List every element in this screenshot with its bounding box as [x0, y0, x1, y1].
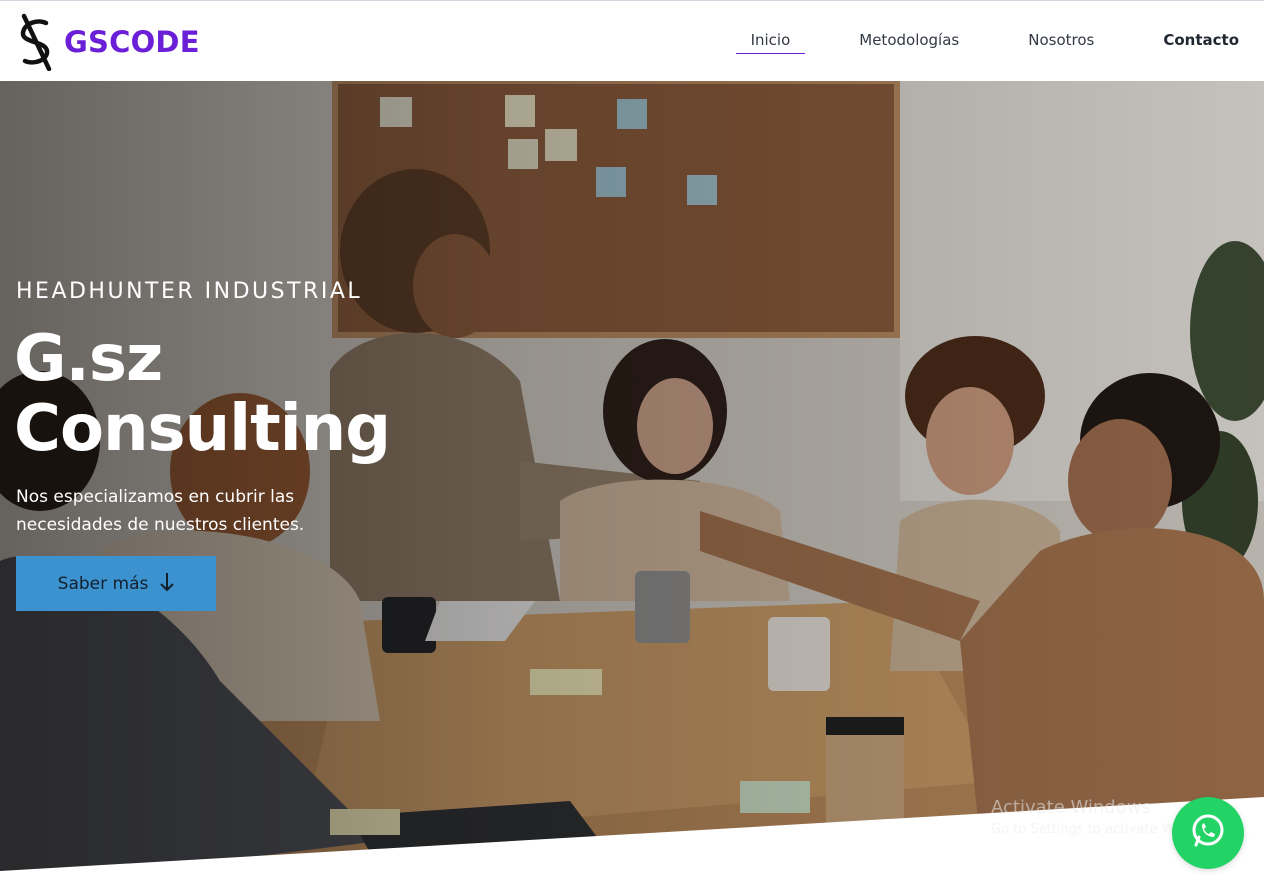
hero-section: HEADHUNTER INDUSTRIAL G.sz Consulting No…	[0, 81, 1264, 888]
whatsapp-chat-button[interactable]	[1172, 797, 1244, 869]
brand-name: GSCODE	[64, 25, 200, 59]
site-header: GSCODE Inicio Metodologías Nosotros Cont…	[0, 0, 1264, 81]
gscode-logo-icon	[16, 13, 56, 71]
nav-item-contacto[interactable]: Contacto	[1148, 31, 1239, 49]
saber-mas-button[interactable]: Saber más	[16, 556, 216, 611]
hero-title-line-1: G.sz	[14, 322, 163, 396]
hero-description: Nos especializamos en cubrir las necesid…	[16, 487, 305, 535]
hero-title-line-2: Consulting	[14, 392, 391, 466]
nav-item-nosotros[interactable]: Nosotros	[1013, 31, 1109, 49]
cta-label: Saber más	[57, 573, 149, 594]
arrow-down-icon	[160, 572, 175, 595]
brand-logo-link[interactable]: GSCODE	[16, 13, 200, 71]
whatsapp-icon	[1189, 812, 1227, 854]
nav-item-inicio[interactable]: Inicio	[735, 31, 806, 54]
hero-title: G.sz Consulting	[14, 322, 391, 466]
nav-item-metodologias[interactable]: Metodologías	[844, 31, 974, 49]
main-nav: Inicio Metodologías Nosotros Contacto	[735, 31, 1239, 54]
hero-eyebrow: HEADHUNTER INDUSTRIAL	[16, 279, 363, 304]
